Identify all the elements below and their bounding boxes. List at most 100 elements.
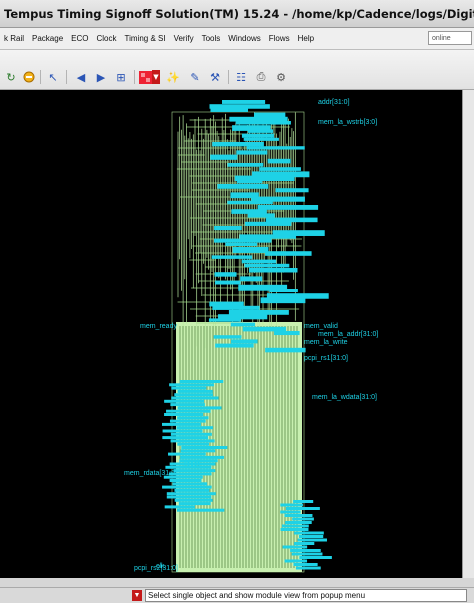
pin-cluster [169,383,214,387]
pin-cluster [210,154,238,160]
stop-icon[interactable] [22,70,36,84]
pin-cluster [164,399,205,403]
pin-cluster [162,485,212,489]
menu-verify[interactable]: Verify [170,34,198,43]
pin-cluster [174,393,213,397]
pin-cluster [247,213,275,218]
pin-cluster [247,129,274,133]
pin-cluster [177,406,222,410]
pin-cluster [269,289,298,293]
arrow-right-icon[interactable]: ▶ [94,70,108,84]
pin-cluster [231,339,258,344]
menu-package[interactable]: Package [28,34,67,43]
pin-cluster [211,255,253,259]
search-input[interactable]: online [428,31,472,45]
pin-label: mem_la_addr[31:0] [318,331,378,338]
pin-cluster [235,121,291,125]
menu-tools[interactable]: Tools [198,34,225,43]
menu-help[interactable]: Help [294,34,318,43]
pin-cluster [265,347,306,353]
pin-cluster [293,500,314,503]
pin-icon[interactable]: ⚒ [208,70,222,84]
arrow-left-icon[interactable]: ◀ [74,70,88,84]
pin-cluster [249,268,298,273]
menu-rail[interactable]: k Rail [0,34,28,43]
vertical-scrollbar[interactable] [462,90,474,578]
color-grid-icon[interactable] [138,70,152,84]
pin-cluster [178,502,211,506]
pin-cluster [244,221,292,226]
pin-cluster [173,469,216,473]
pin-cluster [232,247,269,253]
dropdown-icon[interactable]: ▼ [152,70,160,84]
pin-cluster [236,179,263,184]
pin-cluster [297,538,327,542]
print-icon[interactable]: ⎙ [254,70,268,84]
pin-cluster [265,251,312,256]
pin-cluster [275,188,309,193]
pin-cluster [166,492,216,496]
highlight-wand-icon[interactable]: ✨ [166,70,180,84]
menu-eco[interactable]: ECO [67,34,92,43]
pin-cluster [179,380,224,383]
pin-cluster [177,416,209,420]
menu-clock[interactable]: Clock [93,34,121,43]
pin-cluster [208,318,241,322]
pin-cluster [291,552,323,556]
pin-cluster [217,184,269,189]
pin-cluster [244,263,290,268]
pin-cluster [176,426,213,430]
pin-cluster [243,137,279,141]
pin-cluster [162,436,209,440]
pin-cluster [229,116,288,122]
menu-flows[interactable]: Flows [265,34,294,43]
select-icon[interactable]: ↖ [46,70,60,84]
pin-cluster [230,322,256,327]
pin-cluster [172,482,208,486]
pin-cluster [171,386,207,390]
layout-canvas[interactable]: addr[31:0] mem_la_wstrb[3:0] mem_ready mem_… [0,90,462,578]
pin-cluster [181,446,228,449]
pin-label: mem_rdata[31:0] [124,470,177,477]
pin-cluster [176,508,225,512]
pin-cluster [241,259,277,264]
pin-cluster [209,104,270,109]
pin-cluster [227,200,273,205]
menu-windows[interactable]: Windows [224,34,264,43]
probe-icon[interactable]: ✎ [188,70,202,84]
pin-cluster [299,556,332,559]
pin-cluster [284,559,308,563]
settings-icon[interactable]: ⚙ [274,70,288,84]
pin-cluster [212,305,260,310]
pin-cluster [280,528,309,531]
pin-cluster [240,276,263,282]
pin-cluster [231,209,267,214]
layout-view[interactable]: addr[31:0] mem_la_wstrb[3:0] mem_ready mem_… [0,90,462,578]
hierarchy-icon[interactable]: ⊞ [114,70,128,84]
pin-cluster [222,100,266,104]
pin-cluster [265,217,318,223]
pin-cluster [274,331,300,336]
toolbar: ↻ ↖ ◀ ▶ ⊞ ▼ ✨ ✎ ⚒ ☷ ⎙ ⚙ [0,50,474,90]
pin-cluster [213,335,242,339]
pin-cluster [241,133,274,138]
pin-cluster [214,280,241,285]
pin-cluster [170,439,215,443]
pin-cluster [169,479,202,482]
pin-cluster [242,326,287,332]
pin-cluster [177,442,209,446]
timing-report-icon[interactable]: ☷ [234,70,248,84]
pin-cluster [282,545,308,549]
pin-cluster [298,535,324,538]
pin-cluster [284,514,313,517]
refresh-icon[interactable]: ↻ [4,70,18,84]
status-dropdown-icon[interactable]: ▼ [132,590,142,601]
pin-cluster [246,146,305,150]
pin-cluster [290,549,321,552]
pin-cluster [280,510,301,514]
pin-label: mem_la_wstrb[3:0] [318,119,377,126]
pin-cluster [174,498,213,502]
pin-cluster [210,108,249,112]
menu-timing-si[interactable]: Timing & SI [121,34,170,43]
pin-cluster [170,403,205,407]
